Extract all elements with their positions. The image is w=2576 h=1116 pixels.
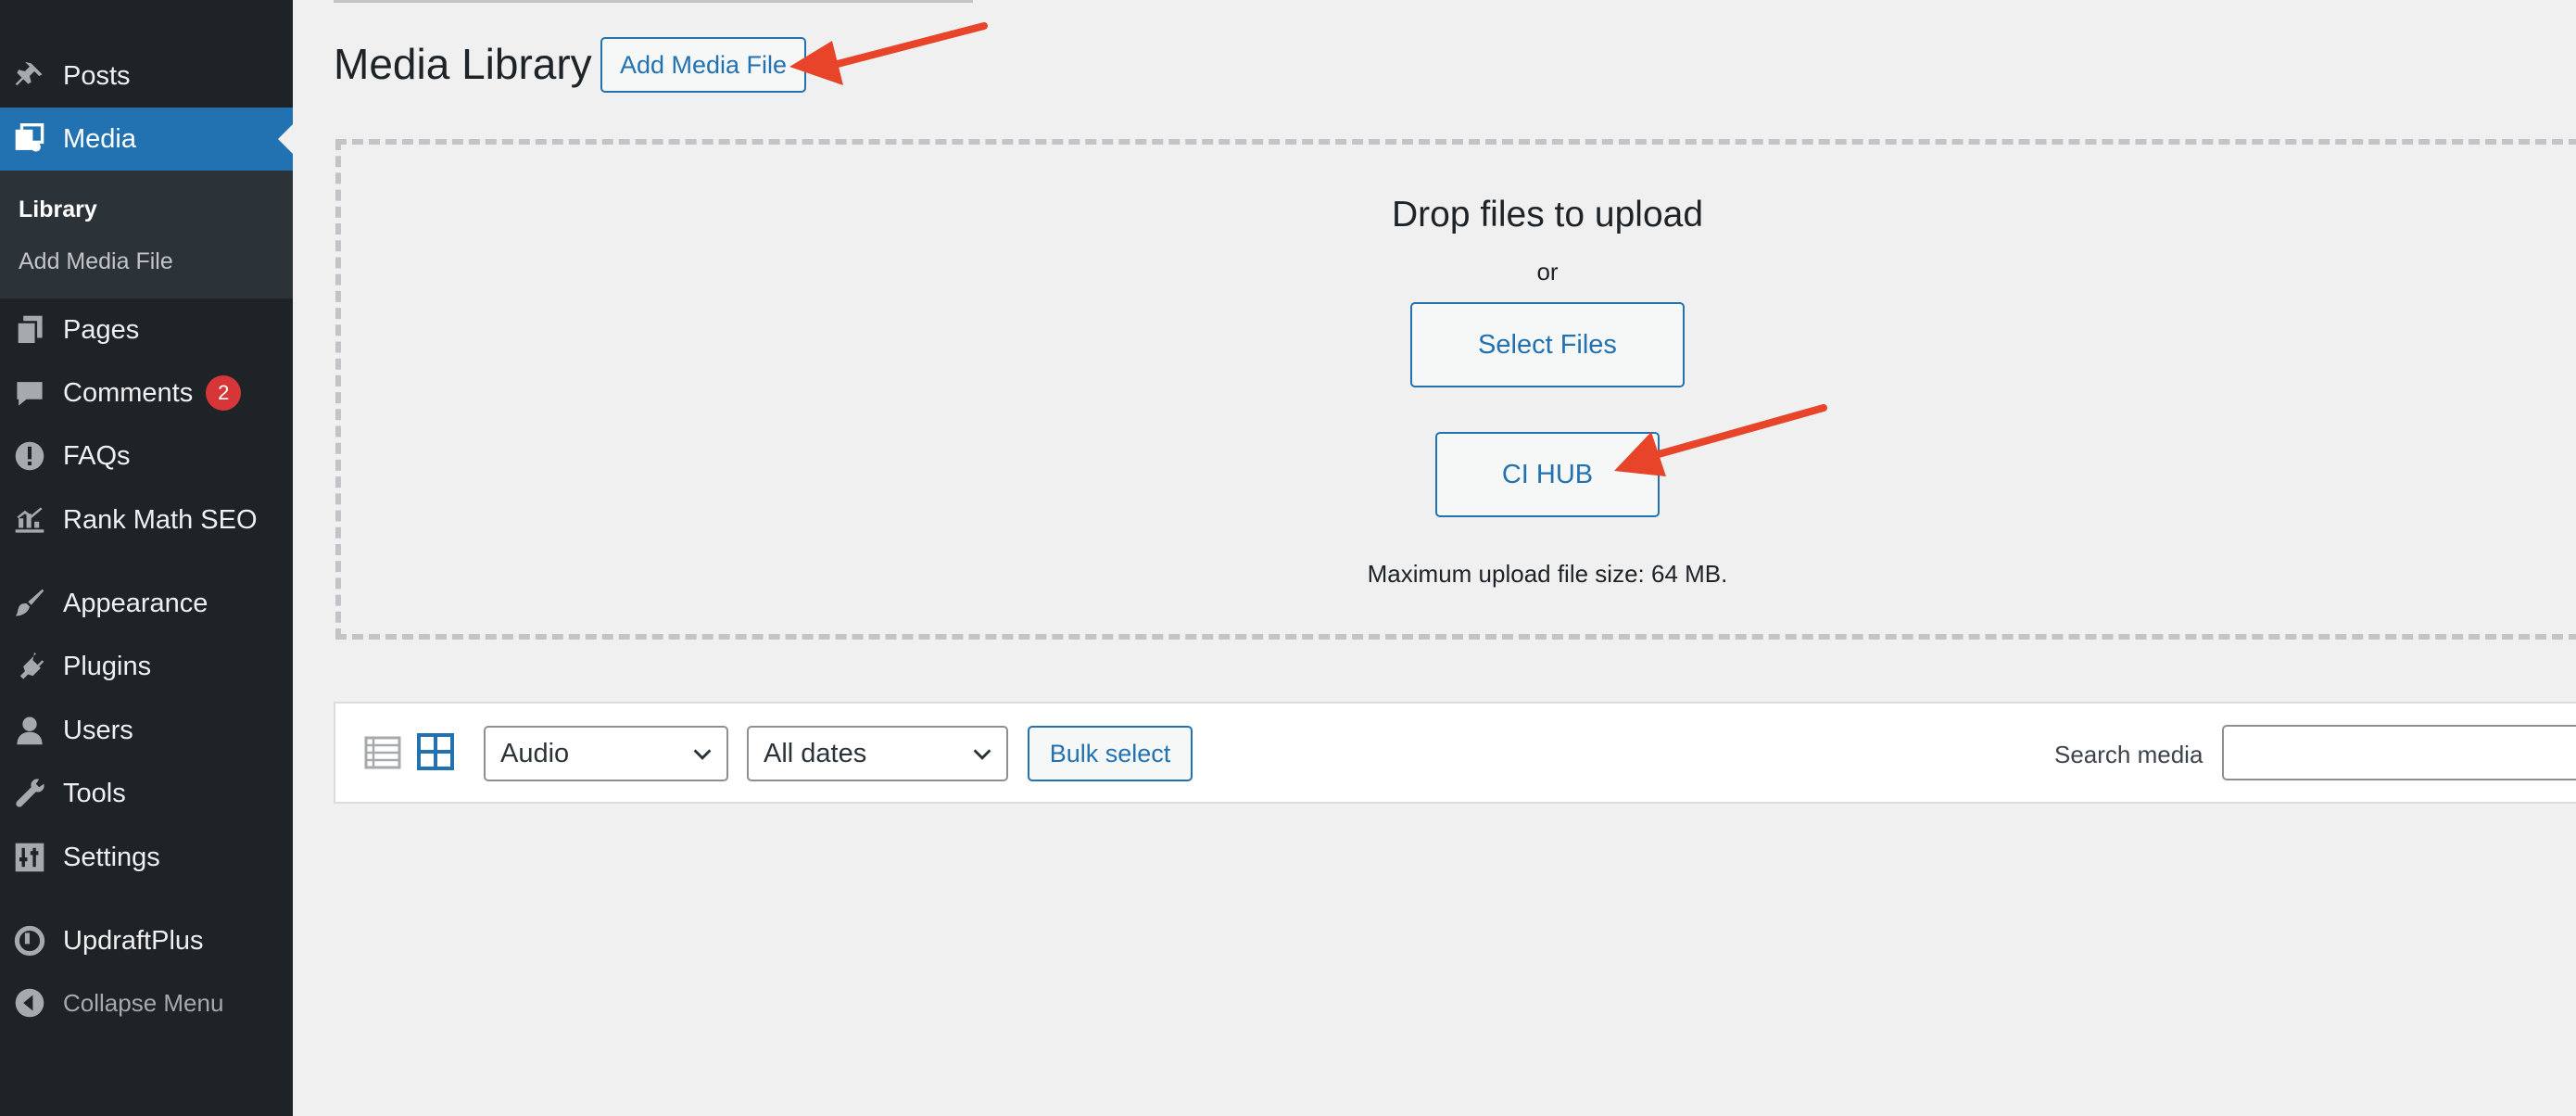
- sidebar-item-label: UpdraftPlus: [63, 925, 204, 956]
- pin-icon: [13, 59, 46, 93]
- media-type-value: Audio: [500, 738, 570, 768]
- max-upload-size: Maximum upload file size: 64 MB.: [1367, 560, 1728, 588]
- search-media-label: Search media: [2054, 741, 2203, 768]
- sidebar-item-comments[interactable]: Comments 2: [0, 361, 293, 425]
- bulk-select-button[interactable]: Bulk select: [1028, 726, 1193, 781]
- chevron-down-icon: [693, 749, 712, 760]
- sidebar-item-tools[interactable]: Tools: [0, 762, 293, 825]
- brush-icon: [13, 587, 46, 620]
- sidebar-item-label: Rank Math SEO: [63, 504, 258, 535]
- search-media-input[interactable]: [2222, 725, 2576, 780]
- sidebar-item-media[interactable]: Media: [0, 108, 293, 171]
- sidebar-item-label: Users: [63, 715, 133, 745]
- grid-view-icon[interactable]: [417, 733, 454, 770]
- top-notice-edge: [334, 0, 973, 3]
- collapse-arrow-icon: [13, 986, 46, 1020]
- list-view-icon[interactable]: [364, 734, 401, 771]
- sidebar-item-updraftplus[interactable]: UpdraftPlus: [0, 909, 293, 972]
- date-filter-value: All dates: [764, 738, 867, 768]
- comment-count-badge: 2: [206, 375, 242, 411]
- media-icon: [13, 122, 46, 156]
- add-media-file-button[interactable]: Add Media File: [600, 37, 806, 93]
- collapse-menu-label: Collapse Menu: [63, 988, 224, 1017]
- submenu-item-add-media-file[interactable]: Add Media File: [19, 248, 173, 275]
- sidebar-item-pages[interactable]: Pages: [0, 298, 293, 361]
- sidebar-item-label: Tools: [63, 778, 126, 808]
- plug-icon: [13, 650, 46, 683]
- sidebar-item-label: FAQs: [63, 440, 131, 471]
- exclamation-icon: [13, 439, 46, 473]
- media-type-filter[interactable]: Audio: [484, 726, 728, 781]
- wrench-icon: [13, 777, 46, 810]
- sidebar-item-rank-math-seo[interactable]: Rank Math SEO: [0, 488, 293, 552]
- sidebar-item-settings[interactable]: Settings: [0, 826, 293, 889]
- user-icon: [13, 714, 46, 747]
- media-submenu: Library Add Media File: [0, 171, 293, 298]
- sidebar-item-label: Posts: [63, 60, 131, 91]
- sliders-icon: [13, 841, 46, 874]
- collapse-menu-button[interactable]: Collapse Menu: [0, 971, 293, 1034]
- or-separator: or: [1536, 258, 1559, 285]
- sidebar-item-plugins[interactable]: Plugins: [0, 635, 293, 698]
- sidebar-item-posts[interactable]: Posts: [0, 44, 293, 108]
- sidebar-item-label: Plugins: [63, 651, 152, 681]
- comment-icon: [13, 376, 46, 410]
- sidebar-item-label: Settings: [63, 842, 160, 872]
- ci-hub-button[interactable]: CI HUB: [1435, 432, 1660, 517]
- chart-icon: [13, 503, 46, 537]
- drop-files-heading: Drop files to upload: [1391, 195, 1704, 235]
- admin-sidebar: Posts Media Library Add Media File Pages…: [0, 0, 293, 1116]
- sidebar-item-label: Pages: [63, 314, 140, 345]
- page-title: Media Library: [334, 40, 592, 88]
- sidebar-item-label: Comments: [63, 377, 194, 408]
- sidebar-item-label: Appearance: [63, 588, 208, 618]
- updraft-icon: [13, 924, 46, 957]
- submenu-item-library[interactable]: Library: [19, 197, 97, 223]
- annotation-arrow-add-media: [789, 22, 988, 85]
- sidebar-item-faqs[interactable]: FAQs: [0, 425, 293, 488]
- pages-icon: [13, 313, 46, 347]
- select-files-button[interactable]: Select Files: [1410, 302, 1685, 387]
- chevron-down-icon: [973, 749, 991, 760]
- sidebar-item-appearance[interactable]: Appearance: [0, 572, 293, 635]
- sidebar-item-label: Media: [63, 123, 136, 154]
- sidebar-item-users[interactable]: Users: [0, 699, 293, 762]
- date-filter[interactable]: All dates: [747, 726, 1008, 781]
